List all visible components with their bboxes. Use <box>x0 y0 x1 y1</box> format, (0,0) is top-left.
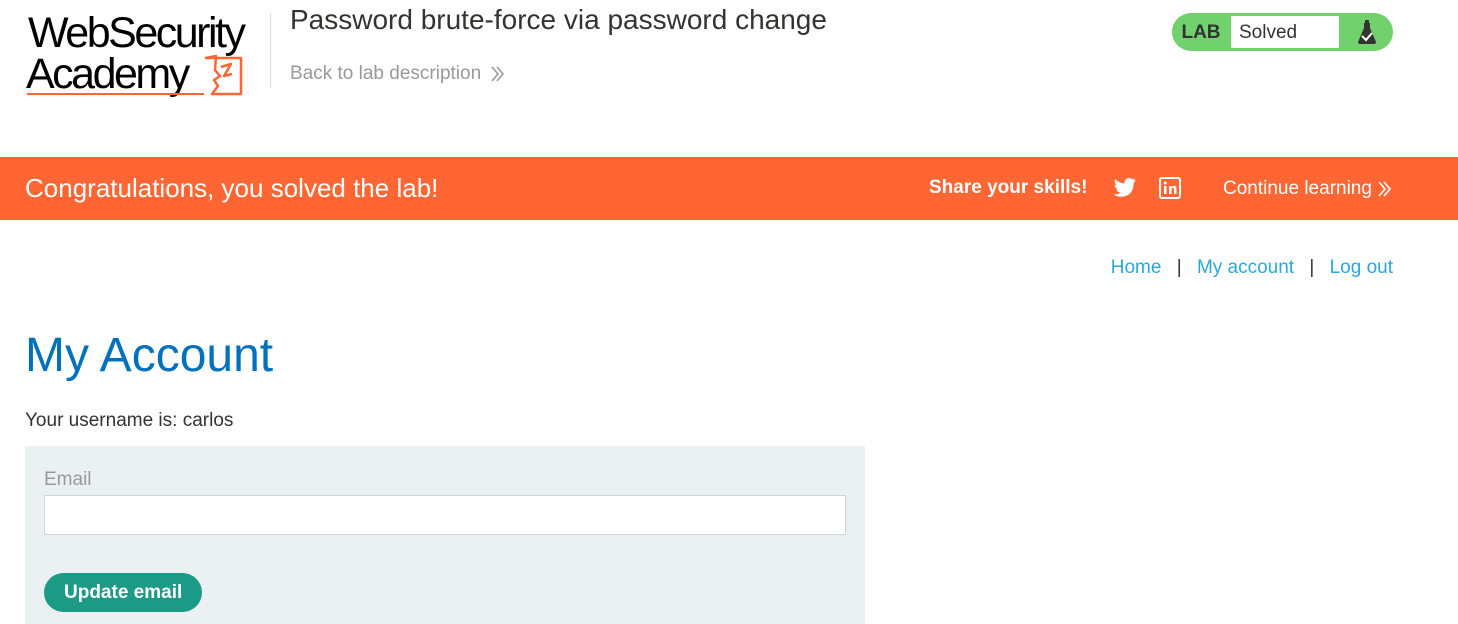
double-chevron-right-icon <box>491 66 505 82</box>
continue-learning-link[interactable]: Continue learning <box>1223 178 1392 200</box>
logo-line2: Academy <box>26 50 191 98</box>
nav-home-link[interactable]: Home <box>1111 257 1162 278</box>
solved-banner: Congratulations, you solved the lab! Sha… <box>0 157 1458 220</box>
lab-title: Password brute-force via password change <box>290 4 827 35</box>
lab-status-value: Solved <box>1230 15 1340 49</box>
back-to-lab-description-link[interactable]: Back to lab description <box>290 63 505 85</box>
double-chevron-right-icon <box>1378 181 1392 197</box>
linkedin-icon[interactable] <box>1159 177 1181 199</box>
nav-my-account-link[interactable]: My account <box>1197 257 1294 278</box>
top-nav: Home | My account | Log out <box>1111 257 1393 279</box>
lab-status-tag: LAB <box>1181 22 1221 43</box>
share-skills-label: Share your skills! <box>929 177 1088 198</box>
nav-separator: | <box>1176 257 1182 278</box>
update-email-button[interactable]: Update email <box>44 573 203 612</box>
username-line: Your username is: carlos <box>25 410 234 431</box>
flask-solved-icon <box>1340 19 1393 45</box>
continue-learning-label: Continue learning <box>1223 178 1372 199</box>
nav-log-out-link[interactable]: Log out <box>1330 257 1393 278</box>
lab-status-widget: LAB Solved <box>1172 13 1393 51</box>
email-input[interactable] <box>44 495 846 535</box>
header: WebSecurity Academy Password brute-force… <box>0 0 1458 157</box>
twitter-icon[interactable] <box>1113 177 1137 199</box>
solved-message: Congratulations, you solved the lab! <box>25 173 439 203</box>
update-email-form: Email Update email <box>25 446 865 624</box>
nav-separator: | <box>1309 257 1315 278</box>
logo-divider <box>270 13 271 88</box>
web-security-academy-logo[interactable]: WebSecurity Academy <box>26 10 266 98</box>
page-title: My Account <box>25 329 274 382</box>
back-link-label: Back to lab description <box>290 63 482 84</box>
email-label: Email <box>44 469 92 490</box>
